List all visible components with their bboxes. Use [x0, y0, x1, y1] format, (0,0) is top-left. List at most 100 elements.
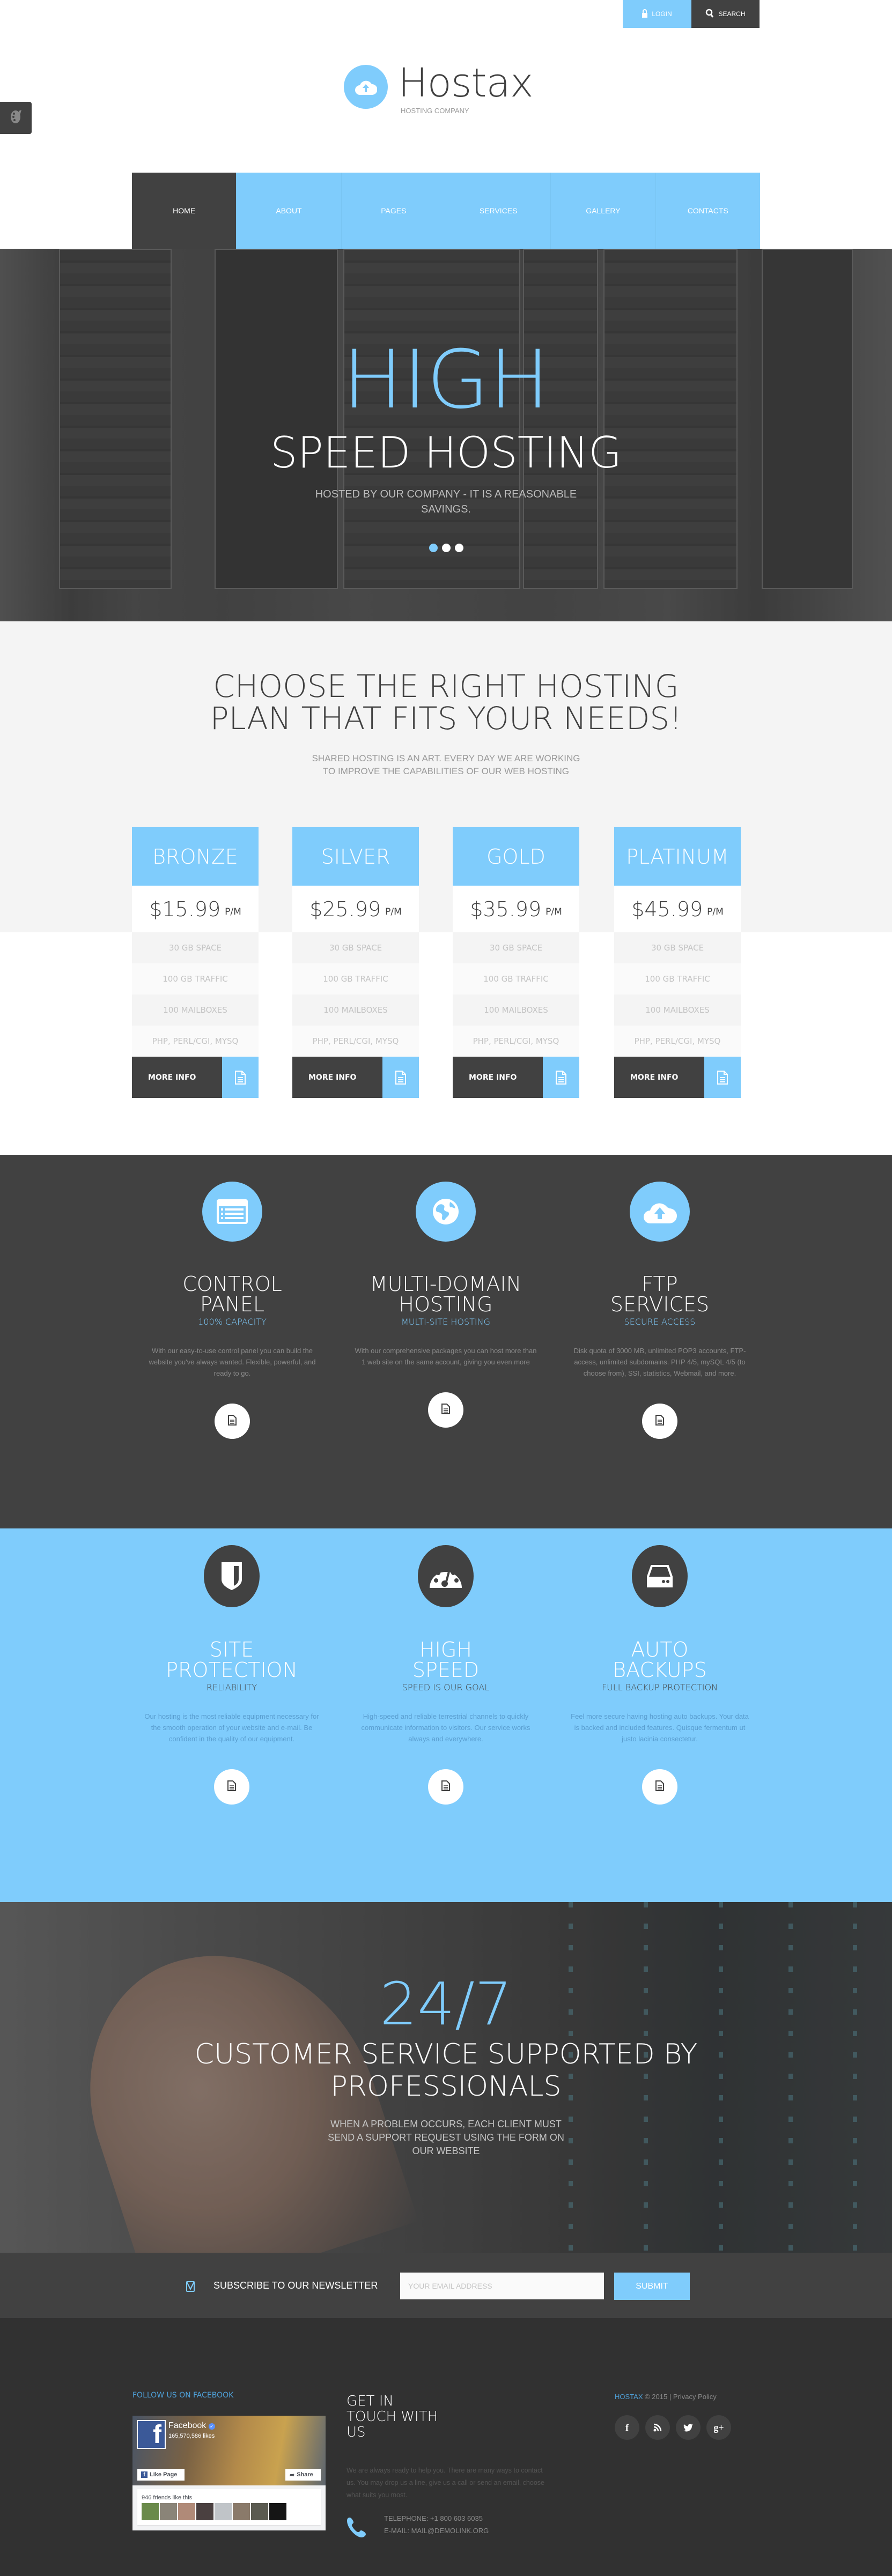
lock-icon	[642, 9, 648, 19]
feature-subtitle: SPEED IS OUR GOAL	[402, 1682, 490, 1692]
plan-price: $25.99 P/M	[292, 886, 419, 932]
contact-email[interactable]: E-MAIL: MAIL@DEMOLINK.ORG	[384, 2527, 489, 2535]
contact-telephone[interactable]: TELEPHONE: +1 800 603 6035	[384, 2514, 483, 2522]
feature-more-button[interactable]	[215, 1404, 250, 1439]
friend-avatar[interactable]	[196, 2503, 213, 2520]
plan-card-silver: SILVER $25.99 P/M 30 GB SPACE 100 GB TRAF…	[292, 827, 419, 1098]
more-info-button[interactable]: MORE INFO	[132, 1057, 222, 1098]
friend-avatars	[142, 2503, 286, 2520]
friend-avatar[interactable]	[233, 2503, 250, 2520]
palette-icon	[10, 109, 23, 127]
more-info-button[interactable]: MORE INFO	[292, 1057, 382, 1098]
google-plus-icon[interactable]: g+	[706, 2415, 731, 2440]
facebook-logo-icon[interactable]: f	[137, 2420, 166, 2449]
nav-item-home[interactable]: HOME	[132, 173, 237, 249]
friend-avatar[interactable]	[269, 2503, 286, 2520]
document-icon[interactable]	[222, 1057, 259, 1098]
feature-title: SITE PROTECTION	[166, 1638, 298, 1682]
nav-item-contacts[interactable]: CONTACTS	[656, 173, 760, 249]
search-button[interactable]: SEARCH	[691, 0, 760, 28]
facebook-page-name[interactable]: Facebook ✓	[168, 2421, 215, 2431]
newsletter-email-input[interactable]	[400, 2273, 604, 2299]
plan-feature: PHP, PERL/CGI, MYSQ	[614, 1026, 741, 1057]
slider-dot[interactable]	[429, 544, 438, 552]
plan-price: $15.99 P/M	[132, 886, 259, 932]
facebook-like-page-button[interactable]: f Like Page	[137, 2469, 185, 2481]
search-icon	[705, 9, 714, 20]
friend-avatar[interactable]	[251, 2503, 268, 2520]
friend-avatar[interactable]	[215, 2503, 232, 2520]
hero-subtitle: SPEED HOSTING	[270, 428, 622, 478]
facebook-share-button[interactable]: ➦ Share	[285, 2469, 321, 2481]
login-button[interactable]: LOGIN	[623, 0, 691, 28]
feature-subtitle: RELIABILITY	[206, 1682, 257, 1692]
feature-auto-backups: AUTO BACKUPS FULL BACKUP PROTECTION Feel …	[569, 1545, 751, 1805]
hero-text: HOSTED BY OUR COMPANY - IT IS A REASONAB…	[315, 488, 577, 515]
plan-name: GOLD	[453, 827, 579, 886]
contact-description: We are always ready to help you. There a…	[347, 2467, 544, 2499]
friend-avatar[interactable]	[178, 2503, 195, 2520]
feature-description: Disk quota of 3000 MB, unlimited POP3 ac…	[573, 1347, 746, 1377]
style-switcher-toggle[interactable]	[0, 102, 32, 134]
brand-name[interactable]: Hostax	[398, 59, 534, 107]
feature-title: CONTROL PANEL	[182, 1272, 282, 1316]
main-nav: HOME ABOUT PAGES SERVICES GALLERY CONTAC…	[132, 173, 760, 249]
feature-more-button[interactable]	[642, 1769, 677, 1805]
feature-title: MULTI-DOMAIN HOSTING	[370, 1272, 522, 1316]
feature-more-button[interactable]	[428, 1769, 463, 1805]
plan-price: $45.99 P/M	[614, 886, 741, 932]
newsletter-label: SUBSCRIBE TO OUR NEWSLETTER	[213, 2280, 378, 2291]
login-label: LOGIN	[652, 10, 672, 18]
nav-item-gallery[interactable]: GALLERY	[551, 173, 656, 249]
plan-feature: 100 GB TRAFFIC	[292, 963, 419, 994]
nav-item-pages[interactable]: PAGES	[342, 173, 446, 249]
facebook-icon[interactable]: f	[615, 2415, 639, 2440]
feature-description: With our easy-to-use control panel you c…	[149, 1347, 316, 1377]
copyright: HOSTAX © 2015 | Privacy Policy	[615, 2393, 717, 2401]
plan-feature: 30 GB SPACE	[292, 932, 419, 963]
feature-subtitle: FULL BACKUP PROTECTION	[601, 1682, 718, 1692]
search-label: SEARCH	[718, 10, 746, 18]
slider-dot[interactable]	[454, 544, 463, 552]
plan-name: PLATINUM	[614, 827, 741, 886]
nav-item-about[interactable]: ABOUT	[237, 173, 342, 249]
logo-icon[interactable]	[344, 65, 388, 109]
friend-avatar[interactable]	[160, 2503, 177, 2520]
plan-price: $35.99 P/M	[453, 886, 579, 932]
document-icon[interactable]	[382, 1057, 419, 1098]
newsletter-submit-button[interactable]: SUBMIT	[614, 2273, 690, 2300]
feature-more-button[interactable]	[214, 1769, 249, 1805]
support-subtitle: CUSTOMER SERVICE SUPPORTED BY PROFESSIONA…	[194, 2038, 698, 2103]
more-info-button[interactable]: MORE INFO	[614, 1057, 704, 1098]
share-arrow-icon: ➦	[290, 2471, 295, 2478]
rss-icon[interactable]	[645, 2415, 670, 2440]
feature-more-button[interactable]	[642, 1404, 677, 1439]
facebook-friends-box: 946 friends like this	[137, 2489, 321, 2525]
phone-icon	[347, 2516, 368, 2540]
control-panel-icon	[202, 1182, 262, 1242]
plans-title: CHOOSE THE RIGHT HOSTING PLAN THAT FITS Y…	[210, 668, 682, 737]
feature-more-button[interactable]	[428, 1392, 463, 1428]
speedometer-icon	[418, 1545, 474, 1607]
features-section-light: SITE PROTECTION RELIABILITY Our hosting i…	[0, 1528, 892, 1902]
document-icon[interactable]	[704, 1057, 741, 1098]
nav-item-services[interactable]: SERVICES	[446, 173, 551, 249]
friend-avatar[interactable]	[142, 2503, 159, 2520]
features-section-dark: CONTROL PANEL 100% CAPACITY With our easy…	[0, 1155, 892, 1528]
privacy-policy-link[interactable]: Privacy Policy	[673, 2393, 717, 2401]
feature-high-speed: HIGH SPEED SPEED IS OUR GOAL High-speed a…	[355, 1545, 537, 1805]
feature-title: HIGH SPEED	[412, 1638, 480, 1682]
more-info-button[interactable]: MORE INFO	[453, 1057, 543, 1098]
shield-icon	[204, 1545, 260, 1607]
social-links: f g+	[615, 2415, 731, 2440]
plan-feature: PHP, PERL/CGI, MYSQ	[132, 1026, 259, 1057]
twitter-icon[interactable]	[676, 2415, 701, 2440]
hero-slider: HIGH SPEED HOSTING HOSTED BY OUR COMPANY…	[0, 249, 892, 621]
facebook-likes-count: 165,570,586 likes	[168, 2433, 215, 2439]
document-icon[interactable]	[543, 1057, 579, 1098]
verified-badge-icon: ✓	[208, 2423, 215, 2430]
plan-feature: 100 GB TRAFFIC	[453, 963, 579, 994]
feature-description: Our hosting is the most reliable equipme…	[144, 1712, 319, 1743]
slider-dot[interactable]	[441, 544, 451, 552]
document-icon	[227, 1780, 236, 1793]
